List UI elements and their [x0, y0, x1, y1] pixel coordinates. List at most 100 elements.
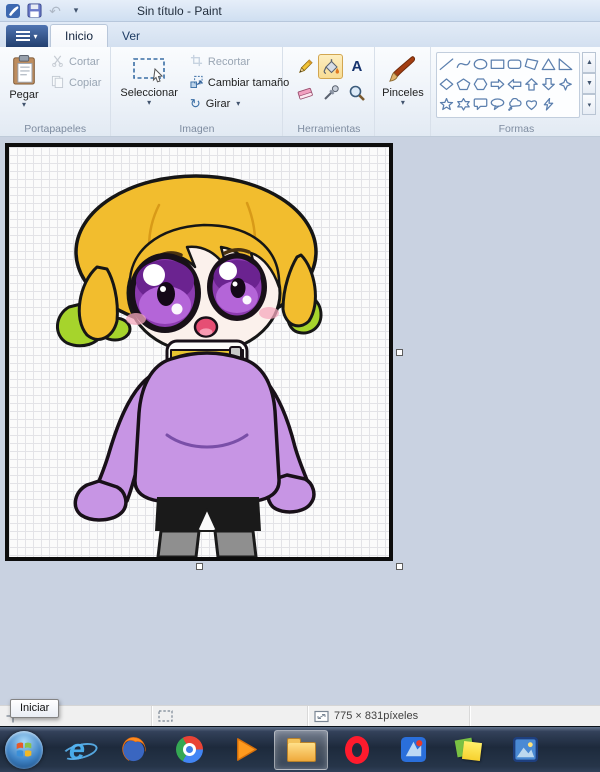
- shapes-scroll-up-icon[interactable]: ▲: [582, 52, 597, 73]
- color-picker-icon: [324, 84, 339, 100]
- canvas-resize-handle-right[interactable]: [396, 349, 403, 356]
- text-tool-icon: A: [351, 58, 363, 75]
- eraser-icon: [297, 87, 313, 99]
- taskbar-sticky-notes-button[interactable]: [442, 730, 496, 770]
- drawing-canvas[interactable]: [5, 143, 393, 561]
- pencil-tool[interactable]: [292, 54, 317, 79]
- character-drawing: [56, 174, 323, 557]
- shape-lightning[interactable]: [540, 94, 557, 114]
- pencil-icon: [298, 58, 313, 73]
- group-image: Seleccionar ▾ Recortar Cambiar tamaño ↻ …: [111, 47, 289, 136]
- opera-icon: [345, 735, 369, 764]
- shape-diamond[interactable]: [438, 74, 455, 94]
- shape-polygon[interactable]: [523, 54, 540, 74]
- shape-heart[interactable]: [523, 94, 540, 114]
- tab-ver[interactable]: Ver: [108, 25, 154, 47]
- image-size-text: 775 × 831píxeles: [334, 710, 419, 722]
- taskbar: e: [0, 726, 600, 772]
- diamond-icon: [440, 77, 454, 90]
- cut-button[interactable]: Cortar: [47, 51, 105, 72]
- undo-icon[interactable]: ↶: [46, 2, 64, 20]
- image-size-icon: [314, 710, 329, 722]
- eraser-tool[interactable]: [292, 80, 317, 105]
- arrow-down-icon: [542, 77, 556, 90]
- status-empty: [470, 706, 600, 726]
- crop-button[interactable]: Recortar: [186, 51, 293, 72]
- shape-callout-cloud[interactable]: [506, 94, 523, 114]
- shape-callout-oval[interactable]: [489, 94, 506, 114]
- callout-rounded-icon: [474, 97, 488, 110]
- shape-right-triangle[interactable]: [557, 54, 574, 74]
- chevron-down-icon: ▾: [400, 98, 405, 107]
- shape-line[interactable]: [438, 54, 455, 74]
- file-menu-button[interactable]: ▾: [6, 25, 48, 47]
- shape-arrow-left[interactable]: [506, 74, 523, 94]
- shape-star-4[interactable]: [557, 74, 574, 94]
- shape-curve[interactable]: [455, 54, 472, 74]
- start-button[interactable]: [5, 730, 43, 769]
- text-tool[interactable]: A: [344, 54, 369, 79]
- callout-oval-icon: [491, 97, 505, 110]
- rotate-button[interactable]: ↻ Girar ▾: [186, 93, 293, 114]
- magnifier-tool[interactable]: [344, 80, 369, 105]
- select-icon: [131, 54, 167, 87]
- group-label-clipboard: Portapapeles: [24, 123, 87, 135]
- chevron-down-icon: ▾: [21, 100, 26, 109]
- shape-star-6[interactable]: [455, 94, 472, 114]
- picker-tool[interactable]: [318, 80, 343, 105]
- arrow-left-icon: [508, 78, 522, 90]
- taskbar-opera-button[interactable]: [330, 730, 384, 770]
- selection-size-icon: [158, 710, 173, 722]
- taskbar-explorer-button[interactable]: [274, 729, 328, 770]
- paste-button[interactable]: Pegar ▾: [5, 51, 43, 110]
- taskbar-bluestacks-button[interactable]: [386, 730, 440, 770]
- chevron-down-icon: ▾: [33, 31, 38, 41]
- windows-logo-icon: [16, 742, 32, 757]
- shapes-more-icon[interactable]: ▾: [582, 94, 597, 115]
- taskbar-photos-button[interactable]: [498, 730, 552, 770]
- shapes-scroll-down-icon[interactable]: ▼: [582, 73, 597, 94]
- arrow-right-icon: [491, 78, 505, 90]
- canvas-resize-handle-bottom[interactable]: [196, 563, 203, 570]
- taskbar-chrome-button[interactable]: [162, 730, 216, 770]
- heart-icon: [526, 99, 538, 110]
- hexagon-icon: [474, 77, 488, 90]
- save-icon[interactable]: [25, 2, 43, 20]
- shape-callout-rounded[interactable]: [472, 94, 489, 114]
- brush-icon: [388, 54, 418, 87]
- shape-triangle[interactable]: [540, 54, 557, 74]
- curve-icon: [457, 59, 471, 68]
- shape-arrow-right[interactable]: [489, 74, 506, 94]
- ribbon: Pegar ▾ Cortar Copiar Portapapeles Selec…: [0, 47, 600, 137]
- paint-app-icon[interactable]: [4, 2, 22, 20]
- select-button[interactable]: Seleccionar ▾: [116, 51, 181, 114]
- star-6-icon: [457, 97, 471, 111]
- shape-rounded-rectangle[interactable]: [506, 54, 523, 74]
- callout-cloud-icon: [508, 97, 522, 111]
- taskbar-media-player-button[interactable]: [218, 730, 272, 770]
- shape-pentagon[interactable]: [455, 74, 472, 94]
- fill-tool[interactable]: [318, 54, 344, 79]
- group-shapes: ▲ ▼ ▾ Formas: [431, 47, 600, 136]
- shape-rectangle[interactable]: [489, 54, 506, 74]
- bluestacks-icon: [400, 736, 426, 763]
- quick-access-toolbar: ↶ ▾: [4, 2, 85, 20]
- copy-button[interactable]: Copiar: [47, 72, 105, 93]
- shape-arrow-down[interactable]: [540, 74, 557, 94]
- tab-inicio[interactable]: Inicio: [50, 24, 109, 47]
- right-triangle-icon: [559, 57, 573, 70]
- shape-hexagon[interactable]: [472, 74, 489, 94]
- taskbar-ie-button[interactable]: e: [50, 730, 104, 770]
- taskbar-firefox-button[interactable]: [106, 730, 160, 770]
- fill-icon: [323, 58, 339, 74]
- shape-arrow-up[interactable]: [523, 74, 540, 94]
- chevron-down-icon: ▾: [236, 99, 241, 108]
- qat-dropdown-icon[interactable]: ▾: [67, 2, 85, 20]
- brushes-button[interactable]: Pinceles ▾: [380, 51, 425, 108]
- shape-oval[interactable]: [472, 54, 489, 74]
- ribbon-tab-row: ▾ Inicio Ver: [0, 22, 600, 47]
- canvas-resize-handle-corner[interactable]: [396, 563, 403, 570]
- shape-star-5[interactable]: [438, 94, 455, 114]
- explorer-icon: [286, 737, 316, 762]
- resize-button[interactable]: Cambiar tamaño: [186, 72, 293, 93]
